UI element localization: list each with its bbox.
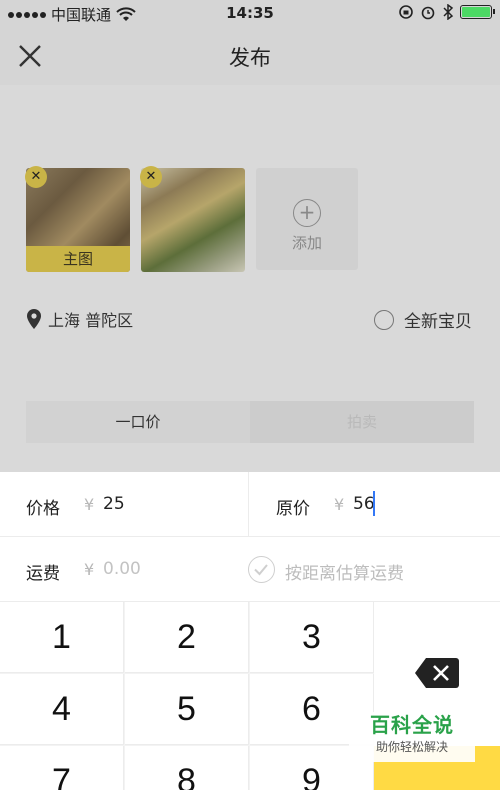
distance-shipping-label[interactable]: 按距离估算运费 xyxy=(285,559,404,584)
battery-icon xyxy=(460,5,495,19)
price-label: 价格 xyxy=(26,499,60,519)
status-icons xyxy=(398,4,495,20)
price-input[interactable]: 25 xyxy=(103,494,125,514)
location-pin-icon xyxy=(27,309,41,329)
price-panel: 价格 ¥ 25 原价 ¥ 56 运费 ¥ 0.00 按距离估算运费 xyxy=(0,472,500,602)
price-type-tabs: 一口价 拍卖 xyxy=(26,401,474,443)
add-photo-label: 添加 xyxy=(291,234,322,252)
divider xyxy=(248,472,249,537)
watermark-logo: 百科全说 助你轻松解决 xyxy=(349,712,475,762)
shipping-currency: ¥ xyxy=(84,560,95,579)
rotation-lock-icon xyxy=(399,5,413,19)
location-selector[interactable]: 上海 普陀区 xyxy=(26,307,133,331)
price-currency: ¥ xyxy=(84,495,95,514)
plus-icon: + xyxy=(293,199,321,227)
key-5[interactable]: 5 xyxy=(125,674,249,745)
shipping-row: 运费 ¥ 0.00 按距离估算运费 xyxy=(0,537,500,602)
original-price-input[interactable]: 56 xyxy=(353,494,375,514)
text-cursor xyxy=(373,491,375,516)
key-2[interactable]: 2 xyxy=(125,602,249,673)
key-1[interactable]: 1 xyxy=(0,602,124,673)
shipping-label: 运费 xyxy=(26,564,60,584)
key-8[interactable]: 8 xyxy=(125,746,249,790)
bluetooth-icon xyxy=(443,4,454,20)
shipping-input[interactable]: 0.00 xyxy=(103,559,141,579)
brand-new-toggle[interactable]: 全新宝贝 xyxy=(374,307,472,332)
price-row: 价格 ¥ 25 原价 ¥ 56 xyxy=(0,472,500,537)
watermark-title: 百科全说 xyxy=(370,713,454,737)
distance-shipping-checkbox[interactable] xyxy=(248,556,275,583)
watermark-subtitle: 助你轻松解决 xyxy=(375,740,448,754)
main-photo-label: 主图 xyxy=(26,246,130,272)
original-price-label: 原价 xyxy=(276,499,310,519)
delete-photo-button[interactable]: ✕ xyxy=(25,166,47,188)
location-text: 上海 普陀区 xyxy=(48,311,134,330)
page-title: 发布 xyxy=(229,46,271,70)
key-7[interactable]: 7 xyxy=(0,746,124,790)
nav-bar: 发布 xyxy=(0,28,500,85)
key-3[interactable]: 3 xyxy=(250,602,374,673)
key-4[interactable]: 4 xyxy=(0,674,124,745)
radio-button[interactable] xyxy=(374,309,394,330)
backspace-icon xyxy=(415,658,459,688)
tab-fixed-price[interactable]: 一口价 xyxy=(26,401,250,443)
delete-photo-button[interactable]: ✕ xyxy=(140,166,162,188)
status-bar: 中国联通 14:35 xyxy=(0,0,500,28)
tab-auction[interactable]: 拍卖 xyxy=(250,401,474,443)
add-photo-button[interactable]: + 添加 xyxy=(256,168,358,270)
brand-new-label: 全新宝贝 xyxy=(404,312,472,332)
alarm-icon xyxy=(421,6,435,20)
listing-form: 主图 ✕ ✕ + 添加 上海 普陀区 全新宝贝 一口价 拍卖 xyxy=(0,85,500,472)
original-price-currency: ¥ xyxy=(334,495,345,514)
checkmark-icon xyxy=(254,564,268,576)
